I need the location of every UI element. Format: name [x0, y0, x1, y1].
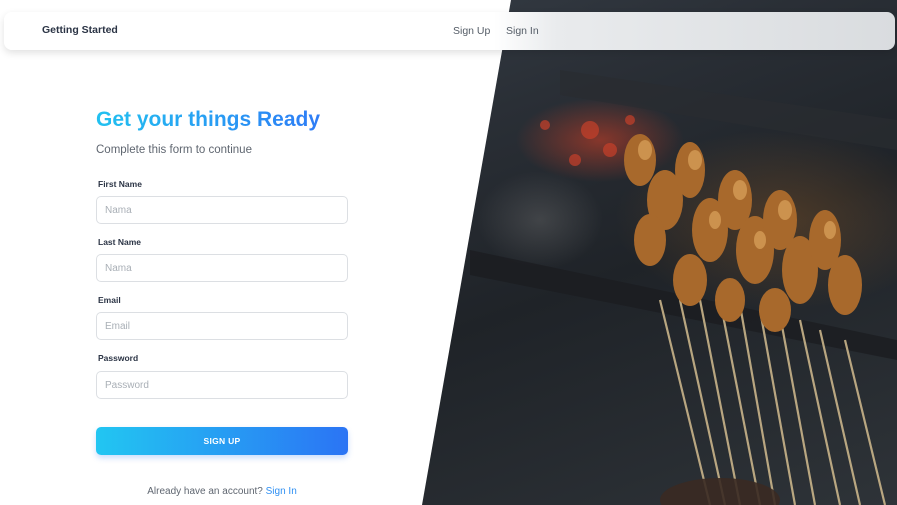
footer-sign-in-link[interactable]: Sign In	[266, 486, 297, 497]
nav-sign-up-link[interactable]: Sign Up	[453, 25, 490, 37]
page-subtitle: Complete this form to continue	[96, 144, 252, 156]
top-navbar: Getting Started Sign Up Sign In	[4, 12, 895, 50]
password-field[interactable]	[96, 371, 348, 399]
last-name-field[interactable]	[96, 254, 348, 282]
sign-up-button[interactable]: SIGN UP	[96, 427, 348, 455]
last-name-label: Last Name	[98, 237, 141, 247]
signin-prompt-text: Already have an account?	[147, 486, 263, 497]
nav-sign-in-link[interactable]: Sign In	[506, 25, 539, 37]
page-title: Get your things Ready	[96, 108, 321, 131]
email-label: Email	[98, 295, 121, 305]
first-name-label: First Name	[98, 179, 142, 189]
brand-title[interactable]: Getting Started	[42, 24, 118, 36]
signin-prompt: Already have an account? Sign In	[0, 486, 444, 497]
first-name-field[interactable]	[96, 196, 348, 224]
password-label: Password	[98, 353, 139, 363]
email-field[interactable]	[96, 312, 348, 340]
